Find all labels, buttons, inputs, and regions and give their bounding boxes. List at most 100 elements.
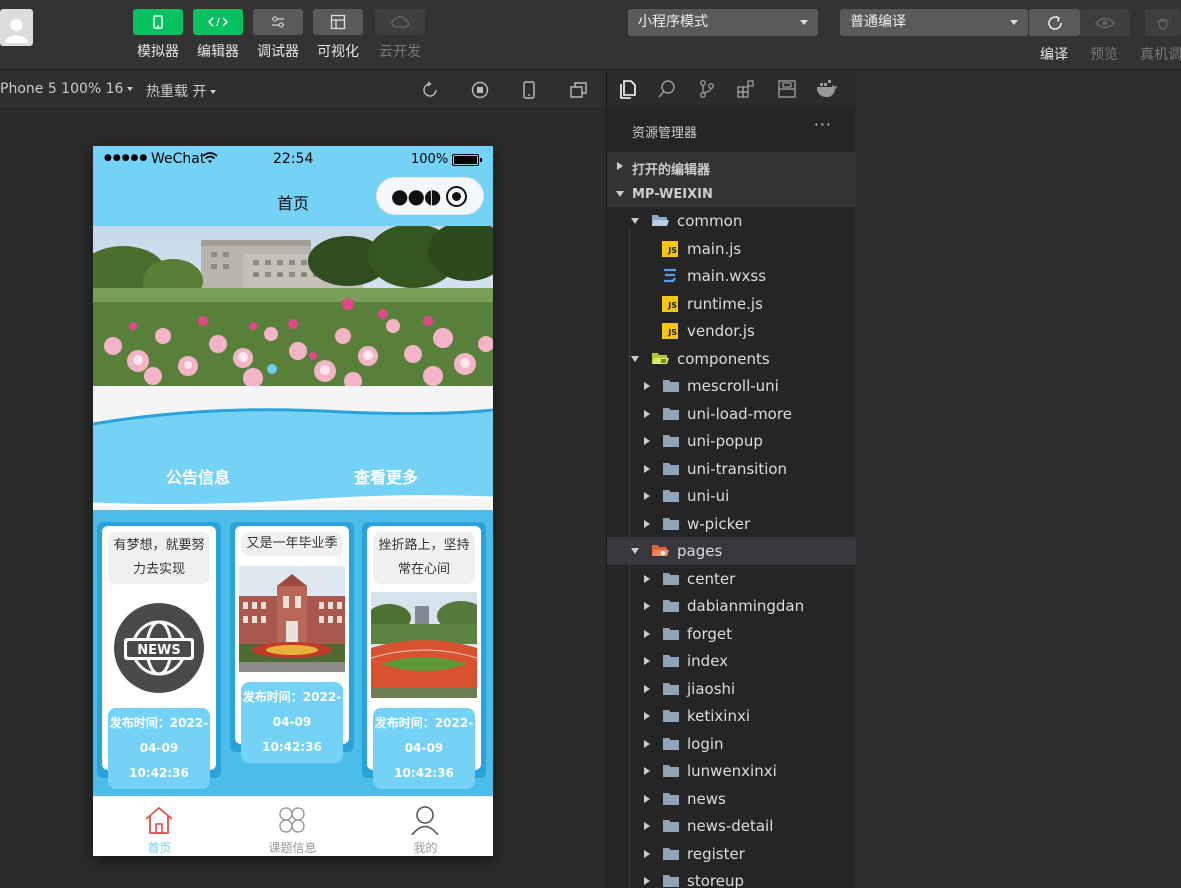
tree-folder-common[interactable]: common xyxy=(607,207,856,235)
tree-folder-uni-load-more[interactable]: uni-load-more xyxy=(607,400,856,428)
tree-file-runtime-js[interactable]: JS runtime.js xyxy=(607,290,856,318)
status-time: 22:54 xyxy=(273,151,314,167)
tree-folder-center[interactable]: center xyxy=(607,565,856,593)
carrier-name: WeChat xyxy=(151,151,206,167)
mode-select[interactable]: 小程序模式 xyxy=(628,9,818,36)
explorer-title: 资源管理器 xyxy=(632,126,698,141)
chevron-right-icon xyxy=(644,657,650,665)
tree-folder-lunwenxinxi[interactable]: lunwenxinxi xyxy=(607,757,856,785)
tab-topics[interactable]: 课题信息 xyxy=(226,797,359,856)
explorer-header: 资源管理器 ··· xyxy=(607,109,856,151)
device-select[interactable]: Phone 5 100% 16 xyxy=(0,81,134,97)
search-icon[interactable] xyxy=(657,79,677,99)
tree-folder-uni-transition[interactable]: uni-transition xyxy=(607,455,856,483)
wifi-icon xyxy=(202,152,218,163)
preview-button[interactable] xyxy=(1080,9,1130,36)
signal-icon: ●●●●● xyxy=(104,153,149,163)
refresh-icon xyxy=(1047,15,1062,30)
tree-item-label: lunwenxinxi xyxy=(687,762,777,780)
sliders-icon xyxy=(272,16,284,28)
news-card[interactable]: 有梦想，就要努力去实现 NEWS 发布时间：2022-04-09 10:42:3… xyxy=(97,522,221,789)
folder-icon xyxy=(663,847,679,860)
tree-folder-login[interactable]: login xyxy=(607,730,856,758)
files-icon[interactable] xyxy=(618,79,638,99)
folder-open-icon xyxy=(652,215,669,226)
cloud-icon xyxy=(391,16,409,28)
chevron-right-icon xyxy=(617,162,623,170)
tree-folder-register[interactable]: register xyxy=(607,840,856,868)
storage-icon[interactable] xyxy=(777,79,797,99)
tab-mine[interactable]: 我的 xyxy=(359,797,492,856)
docker-icon[interactable] xyxy=(816,79,838,99)
rotate-icon[interactable] xyxy=(421,81,439,99)
more-icon[interactable]: ··· xyxy=(814,115,832,134)
news-card-title: 又是一年毕业季 xyxy=(241,532,343,556)
tree-folder-forget[interactable]: forget xyxy=(607,620,856,648)
visual-tool[interactable]: 可视化 xyxy=(313,9,363,61)
tree-folder-uni-ui[interactable]: uni-ui xyxy=(607,482,856,510)
avatar[interactable] xyxy=(0,9,33,46)
tree-folder-news-detail[interactable]: news-detail xyxy=(607,812,856,840)
tree-folder-storeup[interactable]: storeup xyxy=(607,867,856,888)
tree-folder-components[interactable]: components xyxy=(607,345,856,373)
remote-debug-label: 真机调 xyxy=(1140,47,1181,63)
tree-file-main-js[interactable]: JS main.js xyxy=(607,235,856,263)
chevron-down-icon xyxy=(1010,20,1018,25)
tree-item-label: news xyxy=(687,789,726,808)
source-control-icon[interactable] xyxy=(697,79,717,99)
chevron-right-icon xyxy=(644,877,650,885)
news-card-image xyxy=(371,592,477,698)
tree-folder-news[interactable]: news xyxy=(607,785,856,813)
view-more-link[interactable]: 查看更多 xyxy=(354,464,418,488)
news-card[interactable]: 又是一年毕业季 发布时间：2022-04-09 10:42:36 xyxy=(230,522,354,763)
remote-debug-button[interactable] xyxy=(1145,9,1181,36)
device-icon[interactable] xyxy=(522,81,536,99)
tree-folder-uni-popup[interactable]: uni-popup xyxy=(607,427,856,455)
chevron-down-icon xyxy=(127,87,134,91)
banner-swiper[interactable] xyxy=(93,226,493,386)
more-icon[interactable]: ●●● xyxy=(391,184,441,208)
debugger-tool[interactable]: 调试器 xyxy=(253,9,303,61)
simulator-label: 模拟器 xyxy=(137,44,179,60)
tree-folder-mescroll-uni[interactable]: mescroll-uni xyxy=(607,372,856,400)
tree-file-vendor-js[interactable]: JS vendor.js xyxy=(607,317,856,345)
notice-header: 公告信息 查看更多 xyxy=(93,386,493,516)
cloud-tool[interactable]: 云开发 xyxy=(375,9,425,61)
eye-icon xyxy=(1095,17,1115,28)
simulator-toolbar: Phone 5 100% 16 热重载 开 xyxy=(0,71,605,109)
tab-home[interactable]: 首页 xyxy=(93,797,226,856)
hot-reload-select[interactable]: 热重载 开 xyxy=(146,81,217,101)
stop-icon[interactable] xyxy=(471,81,489,99)
close-mini-program-icon[interactable] xyxy=(446,186,467,207)
tab-home-label: 首页 xyxy=(147,841,172,855)
chevron-right-icon xyxy=(644,437,650,445)
capsule-divider xyxy=(431,188,432,206)
tree-item-label: uni-popup xyxy=(687,432,763,450)
compile-select-value: 普通编译 xyxy=(850,14,906,30)
window-icon[interactable] xyxy=(570,81,588,99)
compile-button[interactable] xyxy=(1029,9,1080,36)
chevron-right-icon xyxy=(644,519,650,528)
news-card[interactable]: 挫折路上，坚持常在心间 发布时间：2022-04-09 10:42:36 xyxy=(362,522,486,789)
tree-file-main-wxss[interactable]: main.wxss xyxy=(607,262,856,290)
news-card-time: 发布时间：2022-04-09 10:42:36 xyxy=(108,708,210,789)
tree-folder-dabianmingdan[interactable]: dabianmingdan xyxy=(607,592,856,620)
compile-select[interactable]: 普通编译 xyxy=(840,9,1028,36)
chevron-down-icon xyxy=(631,218,639,224)
extensions-icon[interactable] xyxy=(736,79,756,99)
tree-section-open-editors[interactable]: 打开的编辑器 xyxy=(607,152,856,180)
tree-folder-pages[interactable]: pages xyxy=(607,537,856,565)
tree-folder-w-picker[interactable]: w-picker xyxy=(607,510,856,538)
simulator-tool[interactable]: 模拟器 xyxy=(133,9,183,61)
swiper-indicator[interactable] xyxy=(267,364,277,374)
tree-item-label: vendor.js xyxy=(687,322,755,340)
editor-tool[interactable]: 编辑器 xyxy=(193,9,243,61)
tree-item-label: uni-ui xyxy=(687,487,730,505)
tree-folder-jiaoshi[interactable]: jiaoshi xyxy=(607,675,856,703)
debugger-label: 调试器 xyxy=(257,44,299,60)
tree-folder-ketixinxi[interactable]: ketixinxi xyxy=(607,702,856,730)
tree-folder-index[interactable]: index xyxy=(607,647,856,675)
wave-decoration xyxy=(93,386,493,516)
explorer-panel: 资源管理器 ··· 打开的编辑器 MP-WEIXIN common JS mai… xyxy=(606,71,856,888)
tree-section-project[interactable]: MP-WEIXIN xyxy=(607,179,856,207)
